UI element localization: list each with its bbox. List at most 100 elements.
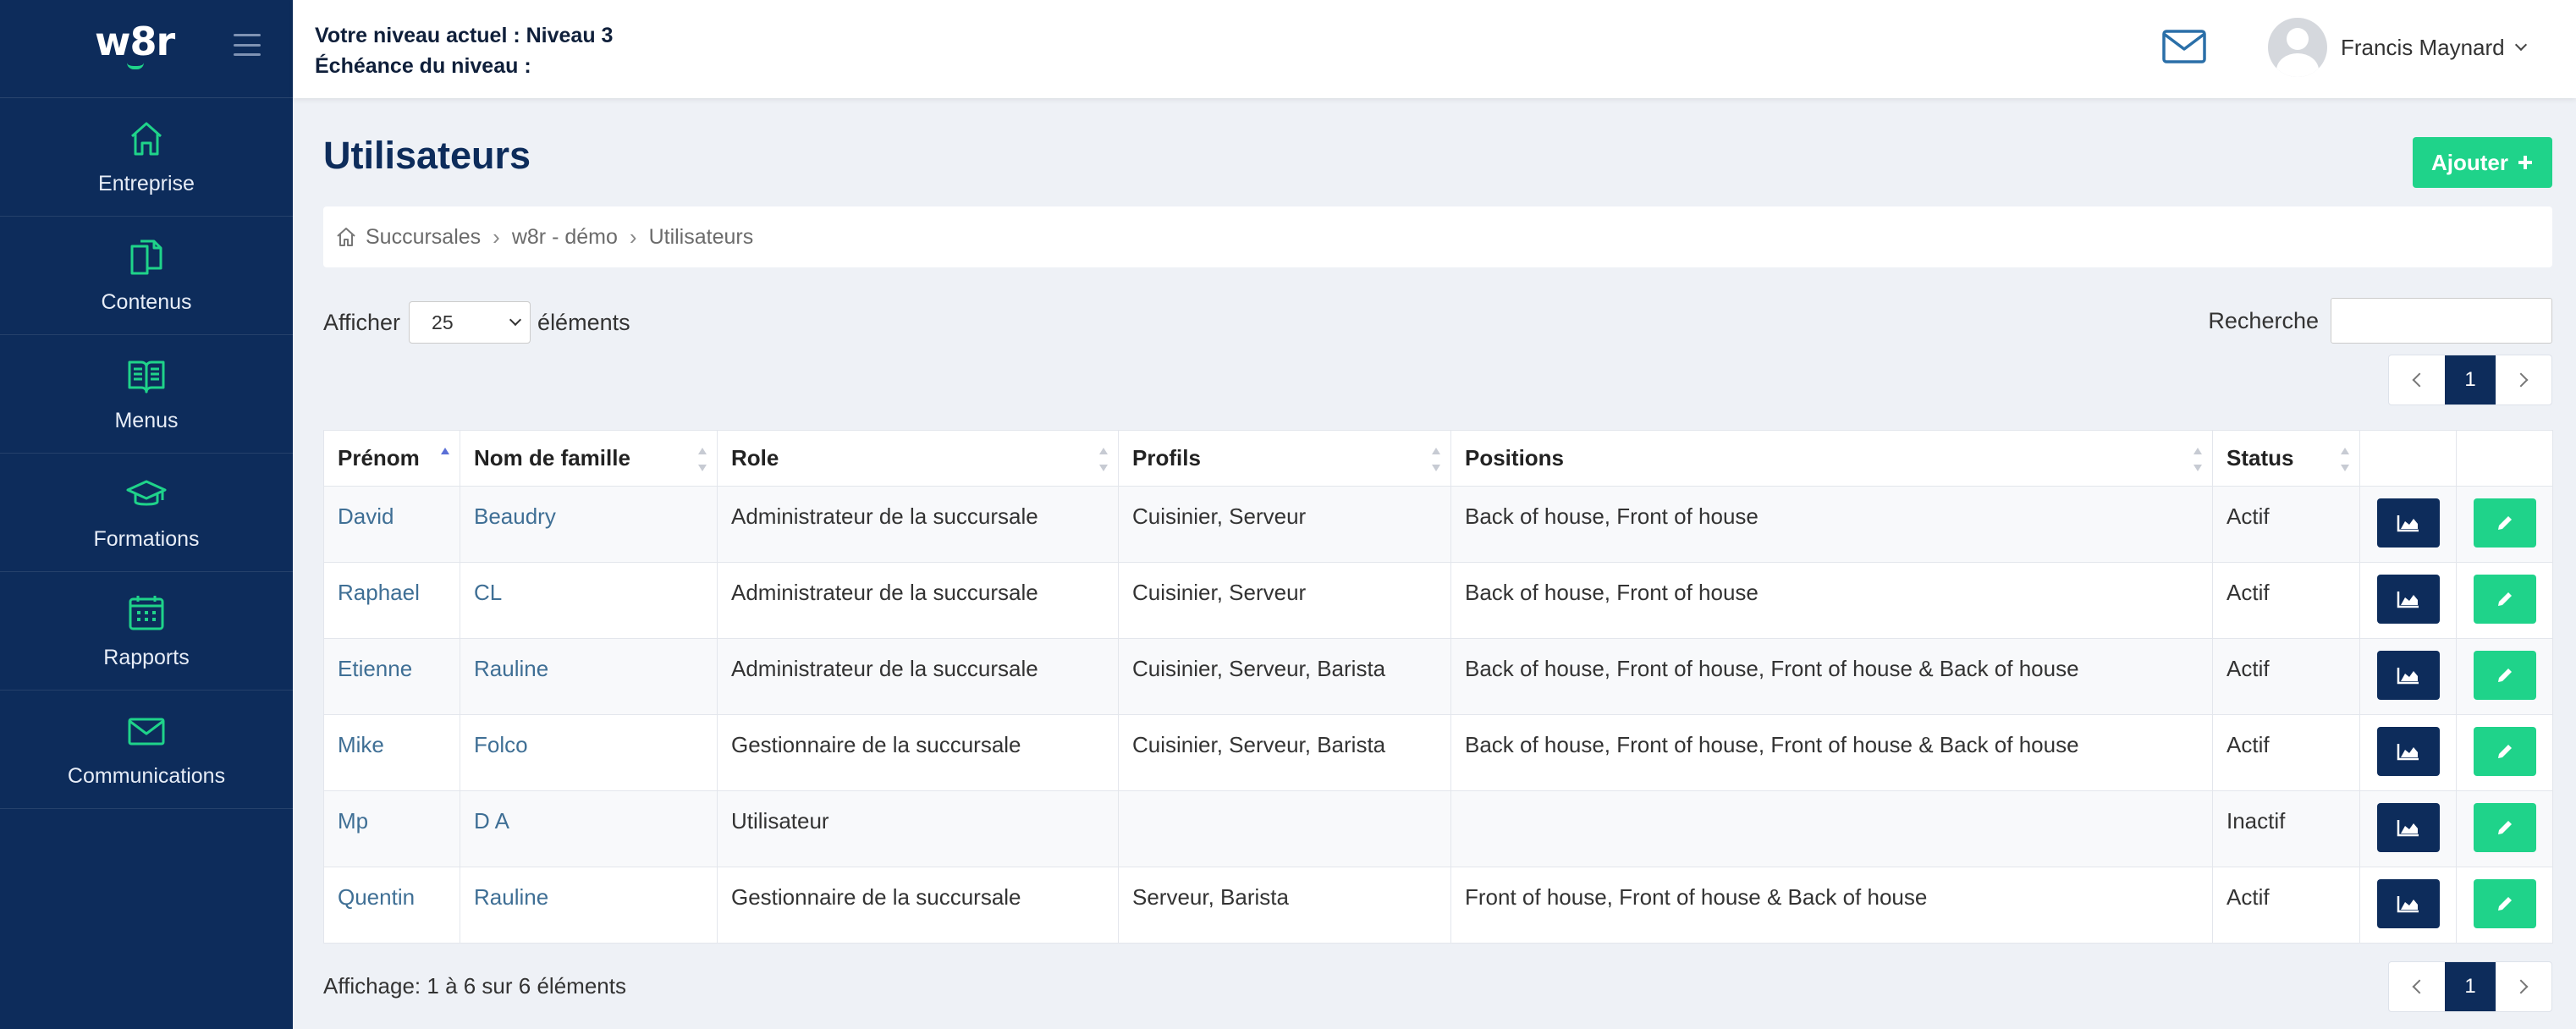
sidebar-item-contenus[interactable]: Contenus bbox=[0, 217, 293, 335]
area-chart-icon bbox=[2397, 668, 2419, 685]
messages-icon[interactable] bbox=[2161, 29, 2207, 64]
role-cell: Administrateur de la succursale bbox=[717, 486, 1119, 563]
top-bar: Votre niveau actuel : Niveau 3 Échéance … bbox=[293, 0, 2576, 98]
stats-button[interactable] bbox=[2376, 727, 2440, 776]
prev-page-button[interactable] bbox=[2389, 962, 2445, 1011]
search-control: Recherche bbox=[2208, 298, 2552, 344]
breadcrumb-succursales[interactable]: Succursales bbox=[366, 225, 481, 250]
breadcrumb: Succursales › w8r - démo › Utilisateurs bbox=[323, 206, 2552, 267]
last-name-link[interactable]: Rauline bbox=[460, 638, 718, 715]
sidebar-item-formations[interactable]: Formations bbox=[0, 454, 293, 572]
stats-button[interactable] bbox=[2376, 879, 2440, 928]
last-name-link[interactable]: Beaudry bbox=[460, 486, 718, 563]
first-name-link[interactable]: Mike bbox=[323, 714, 460, 791]
sort-icon bbox=[2341, 448, 2349, 471]
role-cell: Gestionnaire de la succursale bbox=[717, 867, 1119, 944]
role-cell: Utilisateur bbox=[717, 790, 1119, 867]
column-header-actions-1 bbox=[2359, 430, 2457, 487]
first-name-link[interactable]: David bbox=[323, 486, 460, 563]
positions-cell: Back of house, Front of house bbox=[1450, 486, 2213, 563]
home-icon[interactable] bbox=[335, 226, 357, 248]
edit-button[interactable] bbox=[2473, 498, 2536, 548]
pencil-icon bbox=[2497, 592, 2512, 606]
profils-cell: Cuisinier, Serveur bbox=[1118, 562, 1451, 639]
show-label: Afficher bbox=[323, 309, 401, 335]
calendar-icon bbox=[129, 596, 164, 630]
edit-cell bbox=[2456, 790, 2553, 867]
pencil-icon bbox=[2497, 669, 2512, 682]
first-name-link[interactable]: Quentin bbox=[323, 867, 460, 944]
sort-icon bbox=[1432, 448, 1440, 471]
sidebar-item-menus[interactable]: Menus bbox=[0, 335, 293, 454]
table-row: Quentin Rauline Gestionnaire de la succu… bbox=[323, 867, 2553, 944]
home-icon bbox=[131, 122, 162, 156]
edit-cell bbox=[2456, 638, 2553, 715]
positions-cell: Front of house, Front of house & Back of… bbox=[1450, 867, 2213, 944]
edit-button[interactable] bbox=[2473, 803, 2536, 852]
chevron-right-icon bbox=[2513, 372, 2529, 388]
graduation-cap-icon bbox=[126, 480, 167, 506]
page-button[interactable]: 1 bbox=[2445, 355, 2496, 404]
page-button[interactable]: 1 bbox=[2445, 962, 2496, 1011]
chevron-down-icon bbox=[509, 313, 522, 327]
column-header-positions[interactable]: Positions bbox=[1450, 430, 2213, 487]
column-header-status[interactable]: Status bbox=[2212, 430, 2360, 487]
next-page-button[interactable] bbox=[2496, 962, 2551, 1011]
positions-cell: Back of house, Front of house, Front of … bbox=[1450, 638, 2213, 715]
area-chart-icon bbox=[2397, 896, 2419, 913]
last-name-link[interactable]: CL bbox=[460, 562, 718, 639]
stats-button[interactable] bbox=[2376, 575, 2440, 624]
envelope-icon bbox=[128, 718, 165, 746]
sort-icon bbox=[2193, 448, 2202, 471]
edit-button[interactable] bbox=[2473, 727, 2536, 776]
column-header-prenom[interactable]: Prénom bbox=[323, 430, 460, 487]
page-title: Utilisateurs bbox=[323, 134, 531, 177]
logo[interactable]: w8r bbox=[95, 19, 175, 64]
edit-button[interactable] bbox=[2473, 575, 2536, 624]
role-cell: Administrateur de la succursale bbox=[717, 638, 1119, 715]
edit-button[interactable] bbox=[2473, 879, 2536, 928]
edit-button[interactable] bbox=[2473, 651, 2536, 700]
prev-page-button[interactable] bbox=[2389, 355, 2445, 404]
last-name-link[interactable]: D A bbox=[460, 790, 718, 867]
breadcrumb-current: Utilisateurs bbox=[648, 224, 754, 249]
breadcrumb-branch[interactable]: w8r - démo bbox=[512, 225, 618, 250]
column-header-profils[interactable]: Profils bbox=[1118, 430, 1451, 487]
status-cell: Inactif bbox=[2212, 790, 2360, 867]
breadcrumb-separator-icon: › bbox=[493, 223, 500, 250]
sidebar-item-rapports[interactable]: Rapports bbox=[0, 572, 293, 691]
stats-cell bbox=[2359, 486, 2457, 563]
status-cell: Actif bbox=[2212, 638, 2360, 715]
last-name-link[interactable]: Rauline bbox=[460, 867, 718, 944]
last-name-link[interactable]: Folco bbox=[460, 714, 718, 791]
search-input[interactable] bbox=[2331, 298, 2552, 344]
area-chart-icon bbox=[2397, 744, 2419, 761]
level-deadline: Échéance du niveau : bbox=[315, 54, 531, 78]
add-user-button[interactable]: Ajouter bbox=[2413, 137, 2552, 188]
first-name-link[interactable]: Mp bbox=[323, 790, 460, 867]
profils-cell bbox=[1118, 790, 1451, 867]
first-name-link[interactable]: Raphael bbox=[323, 562, 460, 639]
table-row: Raphael CL Administrateur de la succursa… bbox=[323, 562, 2553, 639]
column-header-role[interactable]: Role bbox=[717, 430, 1119, 487]
area-chart-icon bbox=[2397, 515, 2419, 532]
sidebar-item-entreprise[interactable]: Entreprise bbox=[0, 98, 293, 217]
sidebar-item-communications[interactable]: Communications bbox=[0, 691, 293, 809]
stats-cell bbox=[2359, 562, 2457, 639]
stats-button[interactable] bbox=[2376, 498, 2440, 548]
next-page-button[interactable] bbox=[2496, 355, 2551, 404]
sort-icon bbox=[1099, 448, 1108, 471]
column-header-nom[interactable]: Nom de famille bbox=[460, 430, 718, 487]
stats-button[interactable] bbox=[2376, 803, 2440, 852]
sidebar-header: w8r bbox=[0, 0, 293, 98]
first-name-link[interactable]: Etienne bbox=[323, 638, 460, 715]
page-size-select[interactable]: 25 bbox=[409, 301, 531, 344]
user-menu[interactable]: Francis Maynard bbox=[2268, 18, 2527, 77]
stats-button[interactable] bbox=[2376, 651, 2440, 700]
area-chart-icon bbox=[2397, 820, 2419, 837]
sidebar-item-label: Menus bbox=[114, 409, 179, 432]
table-row: Mike Folco Gestionnaire de la succursale… bbox=[323, 714, 2553, 791]
profils-cell: Cuisinier, Serveur, Barista bbox=[1118, 714, 1451, 791]
status-cell: Actif bbox=[2212, 562, 2360, 639]
menu-toggle-icon[interactable] bbox=[234, 34, 261, 56]
